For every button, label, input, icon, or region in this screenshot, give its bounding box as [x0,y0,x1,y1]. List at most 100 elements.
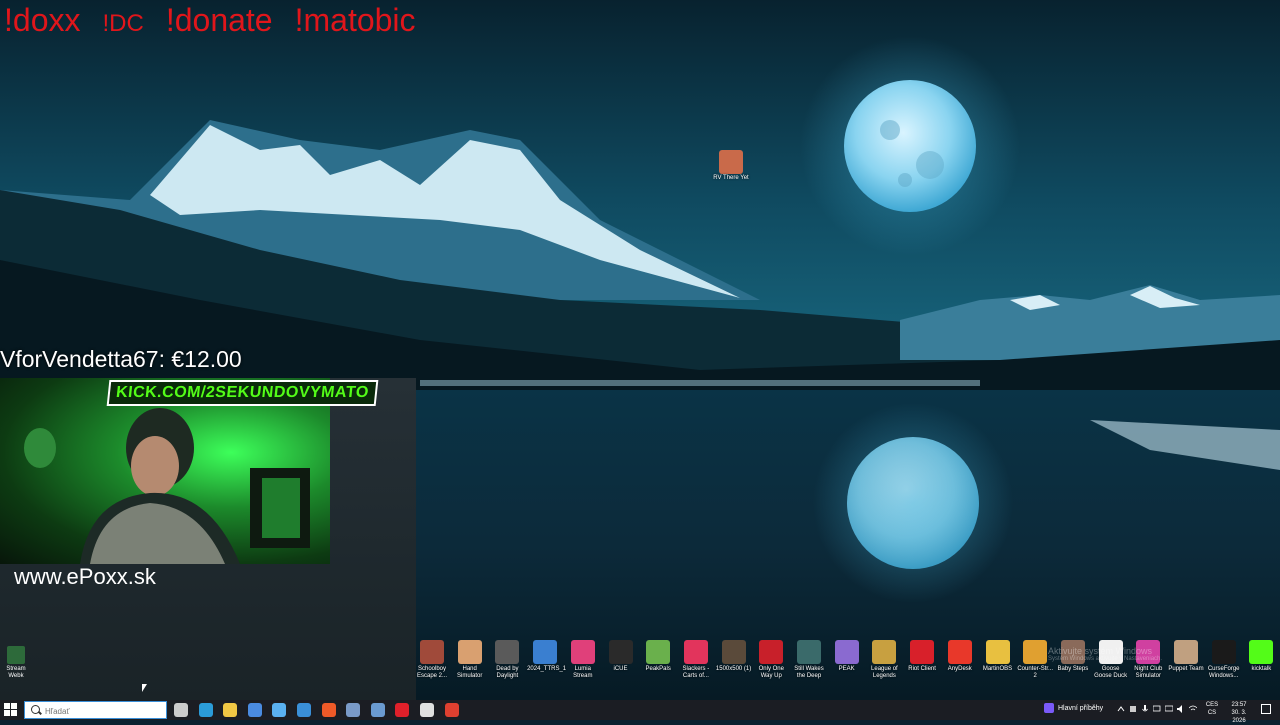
start-button[interactable] [4,703,18,717]
kick-channel-banner: KICK.COM/2SEKUNDOVYMATO [106,380,379,406]
language-indicator[interactable]: CES CS [1205,701,1219,717]
taskbar: Hlavní příběhy CES CS 23:57 30. 3. 2026 [0,700,1280,724]
desktop-icon-label: Counter-Str... 2 [1017,666,1054,679]
steam-icon[interactable] [370,703,385,717]
command-donate: !donate [165,2,273,38]
desktop-icon-label: kicktalk [1251,666,1272,672]
app-icon [910,640,935,664]
news-icon [1044,703,1054,713]
desktop-icon-label: Slackers - Carts of... [682,666,710,679]
microphone-icon[interactable] [1141,705,1149,713]
windows-logo-pane [4,710,10,716]
desktop-icon[interactable]: CurseForge Windows... [1206,640,1242,680]
language-line2: CS [1207,710,1217,716]
app-icon [1211,640,1236,664]
network-icon[interactable] [1153,705,1161,713]
search-input[interactable] [43,703,167,719]
search-icon [31,705,40,714]
notification-center-icon[interactable] [1261,704,1271,714]
desktop-icon-label: PeakPals [645,666,671,672]
opera-icon[interactable] [395,703,410,717]
chat-commands: !doxx !DC !donate !matobic [4,2,438,39]
website-url: www.ePoxx.sk [14,564,156,589]
desktop-icon[interactable]: Lumia Stream [565,640,601,680]
rv-there-yet-icon [719,150,743,174]
desktop-icon[interactable]: 1500x500 (1) [716,640,752,673]
app-icon [947,640,972,664]
stream-webk-icon [7,646,25,664]
app-icon [683,640,708,664]
desktop-icon[interactable]: League of Legends [866,640,902,680]
app-icon [721,640,746,664]
wifi-icon[interactable] [1189,705,1197,713]
app-icon [1174,640,1198,664]
desktop-icon-rv-there-yet[interactable]: RV There Yet [712,150,750,181]
chevron-up-icon[interactable] [1117,705,1125,713]
windows-logo-pane [11,710,17,716]
language-line1: CES [1205,702,1219,708]
desktop-icon-label: RV There Yet [713,175,749,181]
display-icon[interactable] [1165,705,1173,713]
command-dc: !DC [102,10,144,37]
app-icon [608,640,633,664]
desktop-icon-label: Goose Goose Duck [1094,666,1128,679]
file-explorer-icon[interactable] [223,703,238,717]
desktop-icon-label: 2024_TTRS_1 [527,666,567,672]
task-view-icon[interactable] [174,703,188,717]
mail-icon[interactable] [297,703,311,717]
brave-icon[interactable] [321,703,336,717]
news-widget[interactable]: Hlavní příběhy [1044,703,1103,717]
obs-icon[interactable] [420,703,434,717]
desktop-icon[interactable]: PeakPals [640,640,676,673]
clock-date: 30. 3. 2026 [1231,710,1247,724]
desktop-icon-label: Baby Steps [1057,666,1089,672]
desktop-icon[interactable]: AnyDesk [942,640,978,673]
app-icon [457,640,482,664]
desktop-icon-label: Hand Simulator [457,666,483,679]
desktop-icon[interactable]: 2024_TTRS_1 [527,640,567,673]
desktop-icon-label: PEAK [838,666,855,672]
desktop-icon-label: 1500x500 (1) [715,666,752,672]
edge-icon[interactable] [198,703,213,717]
desktop-icon[interactable]: Riot Client [904,640,940,673]
store-icon[interactable] [247,703,262,717]
donation-alert: VforVendetta67: €12.00 [0,346,242,372]
desktop-icon[interactable]: Hand Simulator [452,640,488,680]
taskbar-search-box[interactable] [24,701,167,719]
app-icon [985,640,1010,664]
app-icon [834,640,859,664]
app-icon[interactable] [346,703,361,717]
desktop-icon[interactable]: iCUE [603,640,639,673]
app-icon [420,640,444,664]
desktop-icon[interactable]: PEAK [829,640,865,673]
desktop-icon[interactable]: Dead by Daylight [489,640,525,680]
activate-windows-subtitle: Systém Windows aktivujte v Nastaveniach. [1048,656,1163,662]
taskbar-clock[interactable]: 23:57 30. 3. 2026 [1226,701,1252,725]
desktop-icon[interactable]: MartinOBS [980,640,1016,673]
desktop-icon[interactable]: Schoolboy Escape 2... [414,640,450,680]
desktop-icon[interactable]: Puppet Team [1168,640,1204,673]
desktop-icon-label: MartinOBS [982,666,1013,672]
desktop-icon-label: Stream Webk [6,666,26,679]
desktop-icon-stream-webk[interactable]: Stream Webk [4,646,28,680]
app-icon [759,640,784,664]
desktop-icon-label: Lumia Stream [573,666,593,679]
desktop-icon[interactable]: Only One Way Up [753,640,789,680]
volume-icon[interactable] [1177,705,1185,713]
chrome-icon[interactable] [444,703,459,717]
app-icon [1023,640,1048,664]
desktop-icon[interactable]: kicktalk [1243,640,1279,673]
desktop-icon-label: Still Wakes the Deep [794,666,824,679]
desktop-icon-label: Dead by Daylight [496,666,519,679]
desktop-icon[interactable]: Still Wakes the Deep [791,640,827,680]
activate-windows-title: Aktivujte systém Windows [1048,646,1153,656]
app-icon [570,640,595,664]
tray-app-icon[interactable] [1129,705,1137,713]
desktop-icon-label: Riot Client [908,666,936,672]
app-icon [797,640,821,664]
clock-time: 23:57 [1231,702,1247,708]
app-icon [495,640,520,664]
desktop-icon[interactable]: Slackers - Carts of... [678,640,714,680]
windows-logo-icon [4,703,10,709]
copilot-icon[interactable] [272,703,287,717]
